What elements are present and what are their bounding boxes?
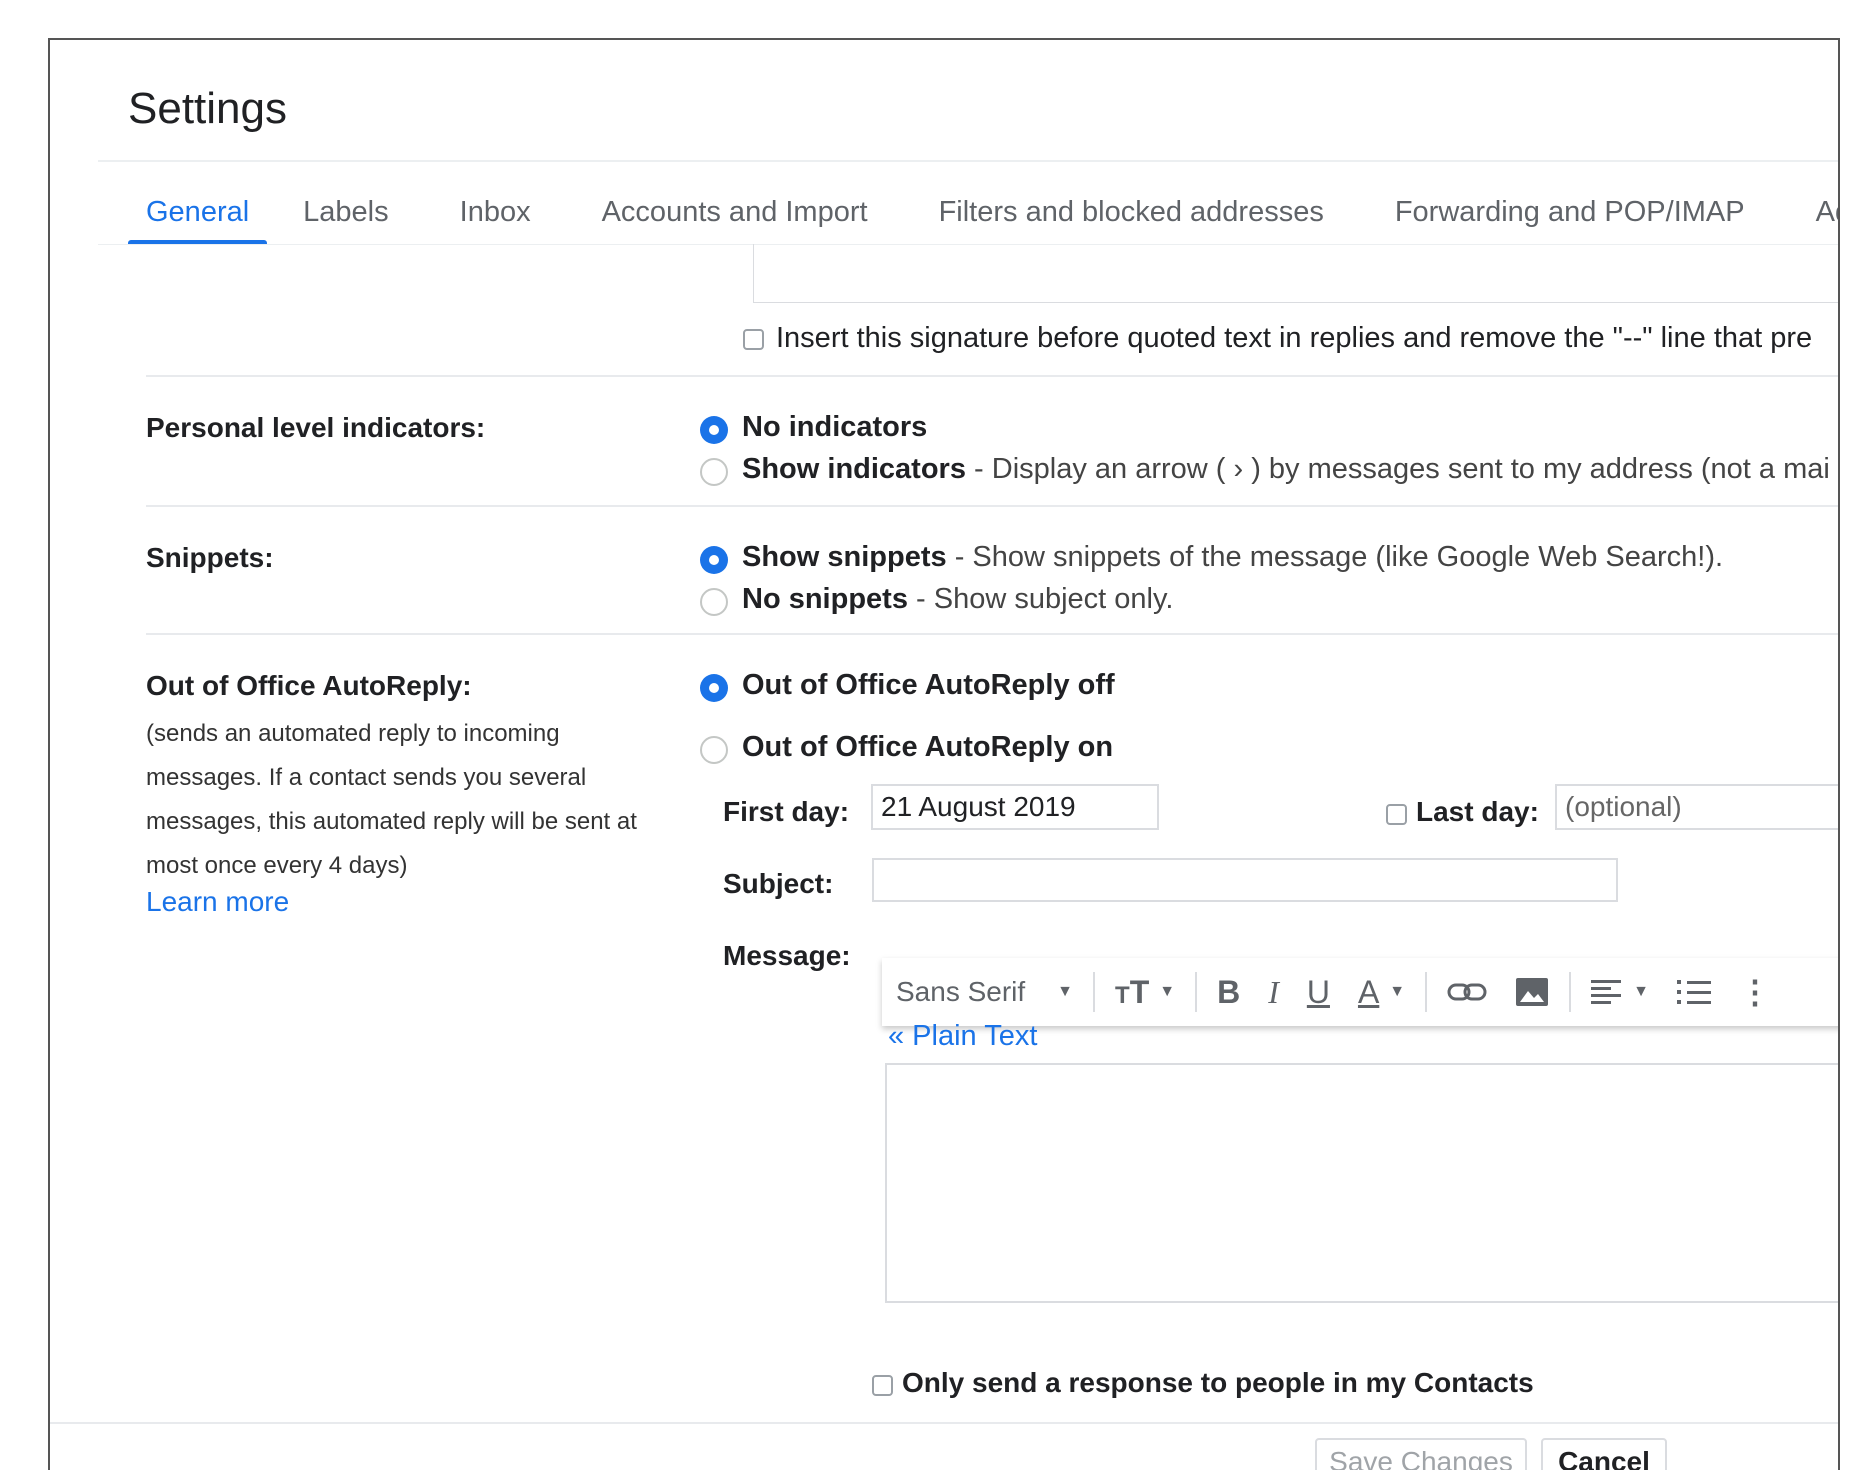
option-description: - Show subject only. — [907, 583, 1174, 615]
settings-tabs: General Labels Inbox Accounts and Import… — [128, 186, 1838, 244]
chevron-down-icon: ▼ — [1633, 983, 1649, 1000]
more-vertical-icon: ⋮ — [1738, 974, 1771, 1010]
formatting-toolbar: Sans Serif ▼ TT ▼ B I U A ▼ ▼ ⋮ — [882, 958, 1838, 1026]
font-size-dropdown[interactable]: TT ▼ — [1101, 958, 1189, 1026]
option-title: Show snippets — [742, 541, 947, 573]
option-title: Show indicators — [742, 453, 966, 485]
description-line: (sends an automated reply to incoming — [146, 720, 560, 747]
section-divider — [146, 505, 1838, 507]
first-day-label: First day: — [723, 796, 850, 827]
font-family-value: Sans Serif — [896, 976, 1026, 1007]
autoreply-off-option: Out of Office AutoReply off — [742, 669, 1115, 701]
last-day-input[interactable] — [1555, 784, 1838, 830]
no-snippets-option: No snippets - Show subject only. — [742, 583, 1173, 616]
toolbar-separator — [1093, 972, 1096, 1012]
last-day-checkbox[interactable] — [1386, 804, 1407, 825]
personal-level-label: Personal level indicators: — [146, 412, 486, 443]
tab-inbox[interactable]: Inbox — [442, 186, 549, 244]
cancel-button[interactable]: Cancel — [1541, 1438, 1667, 1470]
align-dropdown[interactable]: ▼ — [1577, 958, 1663, 1026]
signature-before-quote-label: Insert this signature before quoted text… — [776, 322, 1813, 354]
no-snippets-radio[interactable] — [700, 588, 728, 616]
autoreply-on-option: Out of Office AutoReply on — [742, 731, 1114, 763]
option-description: - Display an arrow ( › ) by messages sen… — [965, 453, 1830, 485]
italic-icon: I — [1268, 973, 1279, 1010]
subject-label: Subject: — [723, 868, 834, 899]
insert-image-button[interactable] — [1501, 958, 1563, 1026]
settings-window: Settings General Labels Inbox Accounts a… — [48, 38, 1840, 1470]
signature-before-quote-checkbox[interactable] — [743, 329, 764, 350]
tab-general[interactable]: General — [128, 186, 268, 244]
numbered-list-icon — [1676, 980, 1711, 1004]
description-line: messages. If a contact sends you several — [146, 764, 587, 791]
chevron-down-icon: ▼ — [1057, 983, 1074, 1000]
text-color-dropdown[interactable]: A ▼ — [1344, 958, 1419, 1026]
show-snippets-option: Show snippets - Show snippets of the mes… — [742, 541, 1723, 574]
tab-accounts-and-import[interactable]: Accounts and Import — [584, 186, 886, 244]
contacts-only-label: Only send a response to people in my Con… — [902, 1367, 1534, 1398]
autoreply-label: Out of Office AutoReply: — [146, 670, 472, 701]
tab-add-ons[interactable]: Add-ons — [1798, 186, 1838, 244]
chevron-down-icon: ▼ — [1389, 983, 1406, 1000]
section-divider — [146, 633, 1838, 635]
option-title: No snippets — [742, 583, 908, 615]
italic-button[interactable]: I — [1254, 958, 1293, 1026]
more-options-button[interactable]: ⋮ — [1725, 958, 1785, 1026]
underline-button[interactable]: U — [1293, 958, 1344, 1026]
autoreply-description: (sends an automated reply to incoming me… — [146, 712, 706, 888]
message-label: Message: — [723, 940, 851, 971]
font-family-dropdown[interactable]: Sans Serif ▼ — [882, 958, 1087, 1026]
insert-link-button[interactable] — [1433, 958, 1501, 1026]
align-left-icon — [1591, 980, 1622, 1004]
no-indicators-option: No indicators — [742, 411, 927, 444]
snippets-label: Snippets: — [146, 542, 274, 573]
text-color-icon: A — [1357, 973, 1380, 1010]
contacts-only-checkbox[interactable] — [872, 1375, 893, 1396]
tab-labels[interactable]: Labels — [285, 186, 406, 244]
toolbar-separator — [1425, 972, 1428, 1012]
bold-button[interactable]: B — [1203, 958, 1254, 1026]
section-divider — [146, 375, 1838, 377]
image-icon — [1516, 978, 1549, 1006]
last-day-label: Last day: — [1416, 796, 1539, 827]
autoreply-off-radio[interactable] — [700, 674, 728, 702]
chevron-down-icon: ▼ — [1159, 983, 1176, 1000]
show-snippets-radio[interactable] — [700, 546, 728, 574]
title-divider — [98, 160, 1838, 162]
option-description: - Show snippets of the message (like Goo… — [946, 541, 1724, 573]
toolbar-separator — [1195, 972, 1198, 1012]
description-line: most once every 4 days) — [146, 852, 408, 879]
text-size-icon: TT — [1115, 973, 1150, 1010]
subject-input[interactable] — [872, 858, 1618, 902]
option-title: No indicators — [742, 411, 928, 443]
signature-editor[interactable] — [753, 244, 1838, 303]
message-body-editor[interactable] — [885, 1063, 1838, 1303]
numbered-list-button[interactable] — [1663, 958, 1725, 1026]
toolbar-separator — [1569, 972, 1572, 1012]
underline-icon: U — [1306, 973, 1330, 1010]
bold-icon: B — [1217, 973, 1241, 1010]
show-indicators-option: Show indicators - Display an arrow ( › )… — [742, 453, 1830, 486]
description-line: messages, this automated reply will be s… — [146, 808, 637, 835]
first-day-input[interactable] — [871, 784, 1159, 830]
page-title: Settings — [128, 84, 287, 133]
show-indicators-radio[interactable] — [700, 458, 728, 486]
footer-divider — [50, 1422, 1838, 1424]
autoreply-on-radio[interactable] — [700, 736, 728, 764]
learn-more-link[interactable]: Learn more — [146, 886, 289, 918]
no-indicators-radio[interactable] — [700, 416, 728, 444]
tab-filters-and-blocked-addresses[interactable]: Filters and blocked addresses — [921, 186, 1342, 244]
link-icon — [1447, 983, 1487, 1001]
plain-text-link[interactable]: « Plain Text — [888, 1020, 1037, 1053]
save-changes-button[interactable]: Save Changes — [1315, 1438, 1527, 1470]
tab-forwarding-and-pop-imap[interactable]: Forwarding and POP/IMAP — [1377, 186, 1763, 244]
